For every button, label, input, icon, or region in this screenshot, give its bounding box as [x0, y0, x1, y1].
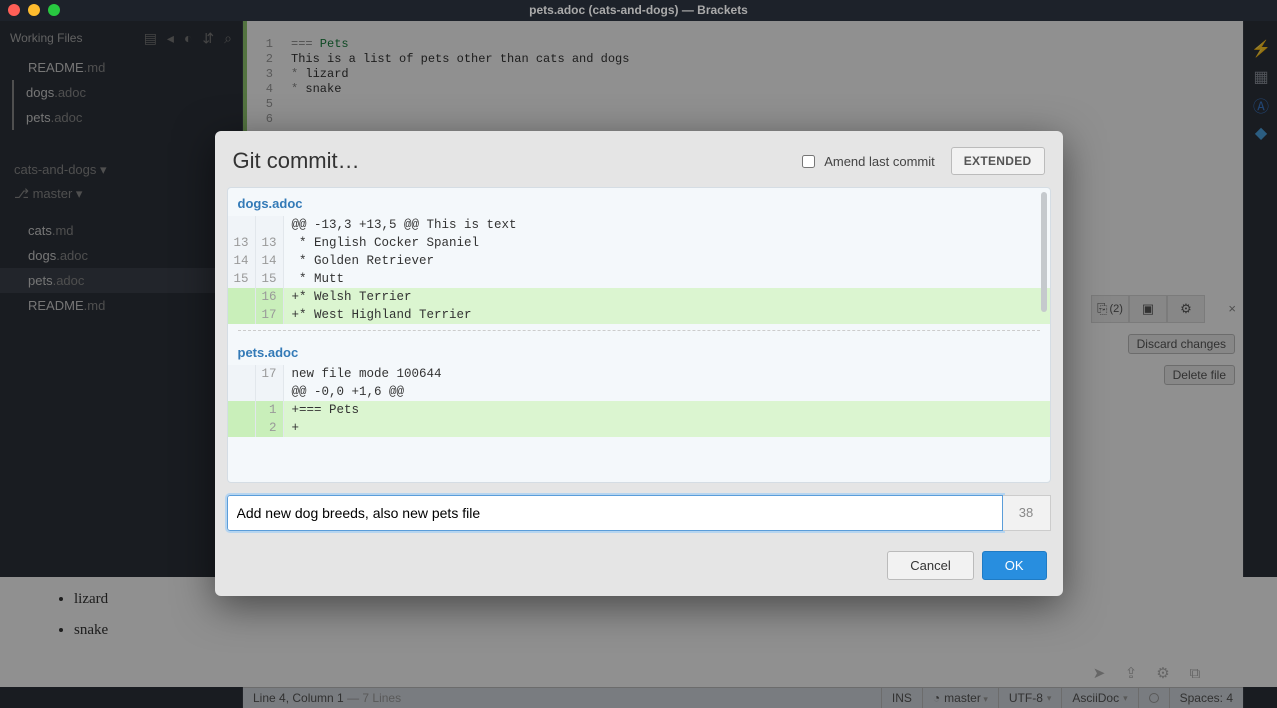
amend-text: Amend last commit: [824, 154, 935, 169]
amend-checkbox-label[interactable]: Amend last commit: [798, 152, 935, 171]
extended-button[interactable]: EXTENDED: [951, 147, 1045, 175]
minimize-window-button[interactable]: [28, 4, 40, 16]
diff-line: @@ -13,3 +13,5 @@ This is text: [228, 216, 1050, 234]
window-titlebar: pets.adoc (cats-and-dogs) — Brackets: [0, 0, 1277, 21]
traffic-lights: [8, 4, 60, 16]
diff-line: 16 +* Welsh Terrier: [228, 288, 1050, 306]
git-commit-dialog: Git commit… Amend last commit EXTENDED d…: [215, 131, 1063, 596]
modal-overlay: Git commit… Amend last commit EXTENDED d…: [0, 21, 1277, 708]
window-title: pets.adoc (cats-and-dogs) — Brackets: [529, 3, 748, 17]
diff-file-header[interactable]: pets.adoc: [228, 337, 1050, 365]
ok-button[interactable]: OK: [982, 551, 1047, 580]
close-window-button[interactable]: [8, 4, 20, 16]
diff-separator: [238, 330, 1040, 331]
scrollbar-thumb[interactable]: [1041, 192, 1047, 312]
diff-line: 2 +: [228, 419, 1050, 437]
dialog-title: Git commit…: [233, 148, 360, 174]
diff-viewer[interactable]: dogs.adoc @@ -13,3 +13,5 @@ This is text…: [227, 187, 1051, 483]
cancel-button[interactable]: Cancel: [887, 551, 973, 580]
diff-line: @@ -0,0 +1,6 @@: [228, 383, 1050, 401]
diff-line: 17 +* West Highland Terrier: [228, 306, 1050, 324]
commit-message-input[interactable]: [227, 495, 1003, 531]
maximize-window-button[interactable]: [48, 4, 60, 16]
diff-file-header[interactable]: dogs.adoc: [228, 188, 1050, 216]
diff-line: 1414 * Golden Retriever: [228, 252, 1050, 270]
char-count: 38: [1003, 495, 1051, 531]
diff-line: 17 new file mode 100644: [228, 365, 1050, 383]
diff-line: 1313 * English Cocker Spaniel: [228, 234, 1050, 252]
amend-checkbox[interactable]: [802, 155, 815, 168]
diff-line: 1515 * Mutt: [228, 270, 1050, 288]
diff-line: 1 +=== Pets: [228, 401, 1050, 419]
